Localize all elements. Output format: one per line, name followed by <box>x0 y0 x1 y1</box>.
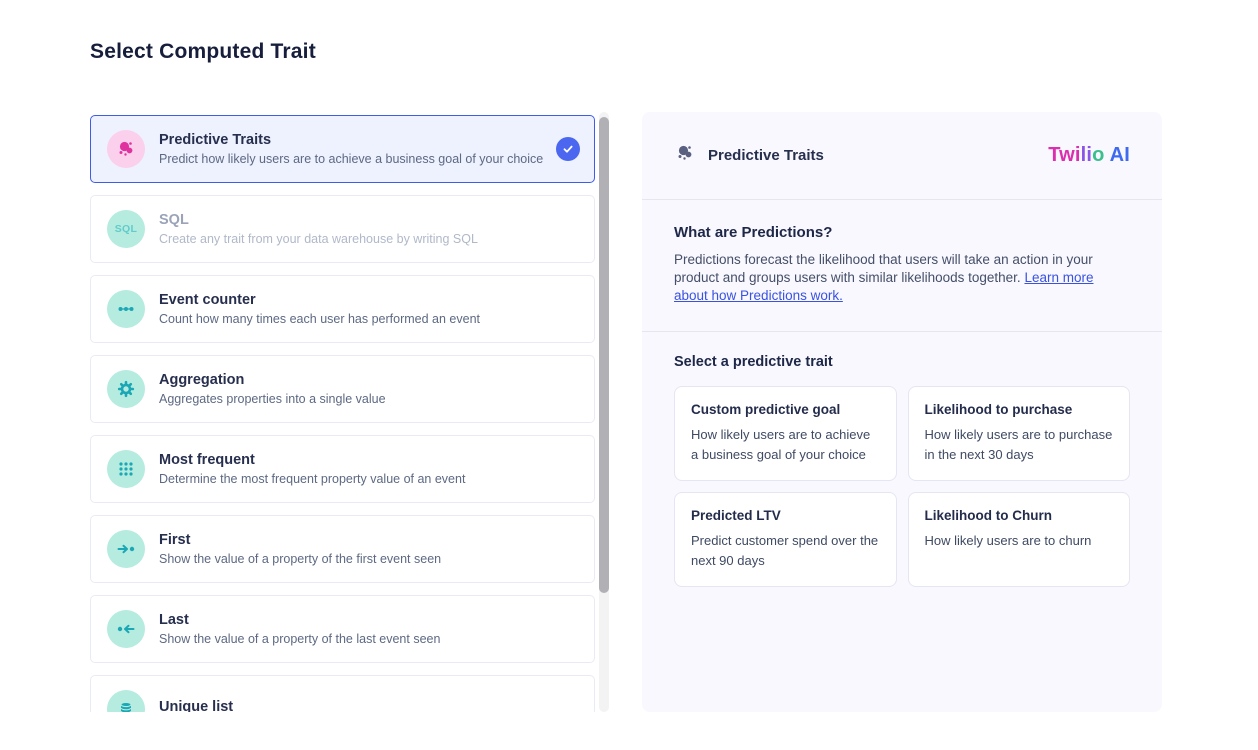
twilio-ai-logo: Twilio AI <box>1048 144 1130 167</box>
panel-header: Predictive Traits Twilio AI <box>642 112 1162 200</box>
card-predicted-ltv[interactable]: Predicted LTV Predict customer spend ove… <box>674 492 897 587</box>
trait-title: Event counter <box>159 292 480 308</box>
trait-description: Predict how likely users are to achieve … <box>159 152 543 166</box>
trait-item-last[interactable]: Last Show the value of a property of the… <box>90 595 595 663</box>
trait-item-sql: SQL SQL Create any trait from your data … <box>90 195 595 263</box>
trait-item-predictive-traits[interactable]: Predictive Traits Predict how likely use… <box>90 115 595 183</box>
panel-title: Predictive Traits <box>708 147 824 164</box>
list-scrollbar-thumb[interactable] <box>599 117 609 593</box>
dot-grid-icon <box>107 450 145 488</box>
trait-description: Show the value of a property of the firs… <box>159 552 441 566</box>
card-description: How likely users are to purchase in the … <box>925 425 1114 465</box>
trait-description: Count how many times each user has perfo… <box>159 312 480 326</box>
card-title: Likelihood to Churn <box>925 508 1114 523</box>
trait-type-list: Predictive Traits Predict how likely use… <box>90 115 595 712</box>
about-body: Predictions forecast the likelihood that… <box>674 251 1130 305</box>
trait-description: Determine the most frequent property val… <box>159 472 465 486</box>
card-title: Custom predictive goal <box>691 402 880 417</box>
trait-title: Most frequent <box>159 452 465 468</box>
predictive-scatter-icon <box>674 142 696 169</box>
arrow-from-dot-icon <box>107 610 145 648</box>
card-likelihood-to-purchase[interactable]: Likelihood to purchase How likely users … <box>908 386 1131 481</box>
trait-description: Aggregates properties into a single valu… <box>159 392 386 406</box>
trait-item-aggregation[interactable]: Aggregation Aggregates properties into a… <box>90 355 595 423</box>
gear-icon <box>107 370 145 408</box>
trait-item-most-frequent[interactable]: Most frequent Determine the most frequen… <box>90 435 595 503</box>
page-title: Select Computed Trait <box>90 40 316 64</box>
card-description: How likely users are to churn <box>925 531 1114 551</box>
trait-item-unique-list[interactable]: Unique list <box>90 675 595 712</box>
card-description: Predict customer spend over the next 90 … <box>691 531 880 571</box>
trait-title: SQL <box>159 212 478 228</box>
trait-title: Last <box>159 612 440 628</box>
sql-icon: SQL <box>107 210 145 248</box>
trait-item-first[interactable]: First Show the value of a property of th… <box>90 515 595 583</box>
arrow-to-dot-icon <box>107 530 145 568</box>
trait-description: Show the value of a property of the last… <box>159 632 440 646</box>
trait-description: Create any trait from your data warehous… <box>159 232 478 246</box>
trait-item-event-counter[interactable]: Event counter Count how many times each … <box>90 275 595 343</box>
about-heading: What are Predictions? <box>674 224 1130 241</box>
card-custom-predictive-goal[interactable]: Custom predictive goal How likely users … <box>674 386 897 481</box>
predictive-trait-card-grid: Custom predictive goal How likely users … <box>674 386 1130 587</box>
trait-title: Predictive Traits <box>159 132 543 148</box>
list-scrollbar-track[interactable] <box>599 112 609 712</box>
predictions-about-section: What are Predictions? Predictions foreca… <box>642 200 1162 332</box>
card-likelihood-to-churn[interactable]: Likelihood to Churn How likely users are… <box>908 492 1131 587</box>
database-icon <box>107 690 145 712</box>
event-counter-dots-icon <box>107 290 145 328</box>
select-trait-heading: Select a predictive trait <box>674 354 1130 370</box>
trait-title: Aggregation <box>159 372 386 388</box>
selected-check-icon <box>556 137 580 161</box>
predictive-traits-detail-panel: Predictive Traits Twilio AI What are Pre… <box>642 112 1162 712</box>
trait-title: Unique list <box>159 699 233 712</box>
predictive-scatter-icon <box>107 130 145 168</box>
predictive-trait-select-section: Select a predictive trait Custom predict… <box>642 332 1162 609</box>
card-title: Likelihood to purchase <box>925 402 1114 417</box>
trait-title: First <box>159 532 441 548</box>
card-description: How likely users are to achieve a busine… <box>691 425 880 465</box>
card-title: Predicted LTV <box>691 508 880 523</box>
